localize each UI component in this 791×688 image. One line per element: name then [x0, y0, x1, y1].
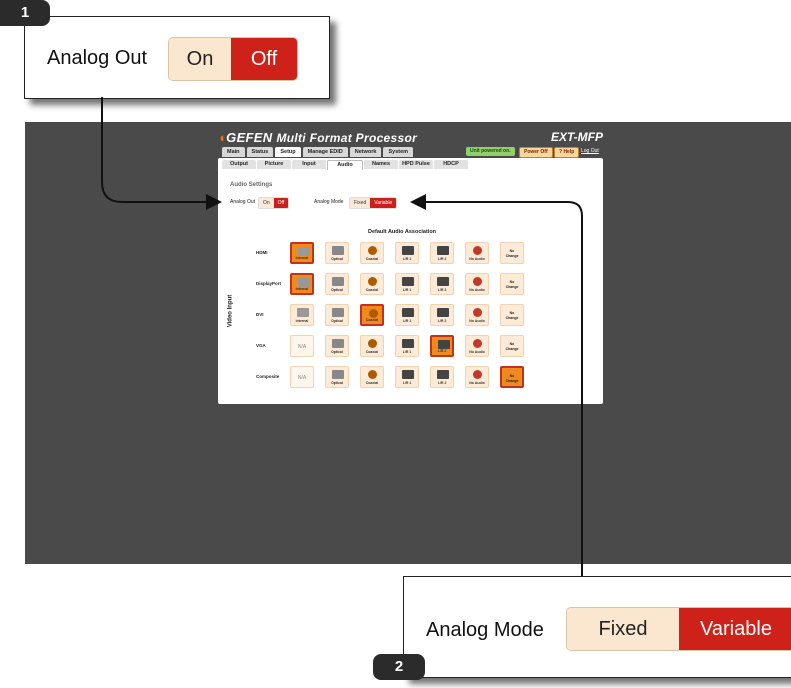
callout-connectors [101, 97, 583, 576]
arrow-to-analog-mode [410, 194, 583, 576]
arrow-to-analog-out [101, 97, 222, 210]
